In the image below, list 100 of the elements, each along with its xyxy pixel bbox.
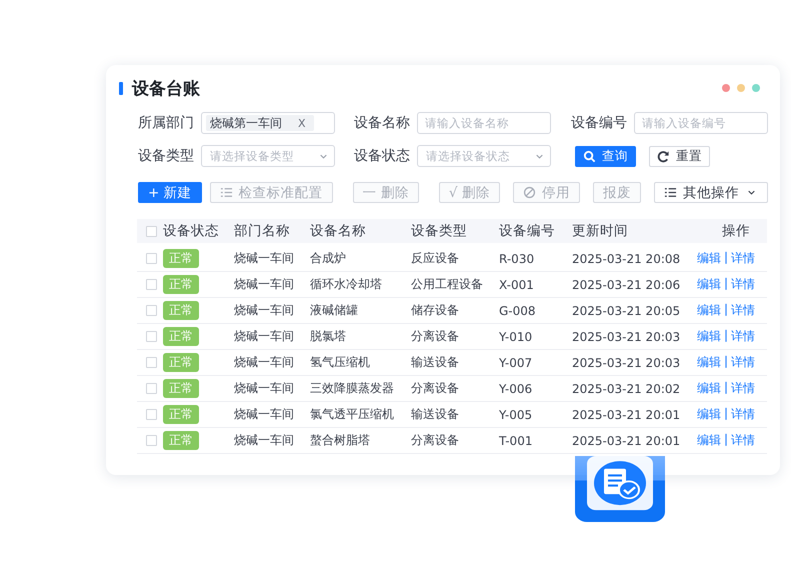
field-label: 所属部门 [138,114,195,132]
status-tag: 正常 [163,379,199,398]
table-cell-text: 烧碱一车间 [234,354,295,371]
table-cell-text: X-001 [499,278,535,292]
checkbox[interactable] [146,279,157,290]
column-header: 设备名称 [310,222,367,240]
tag-text: 烧碱第一车间 [210,114,282,132]
status-tag: 正常 [163,275,199,294]
table-cell-text: 合成炉 [310,250,347,267]
table-cell-text: 分离设备 [411,432,460,449]
link-separator: | [724,302,728,318]
department-field[interactable]: 烧碱第一车间 X [201,112,335,134]
table-cell-text: 烧碱一车间 [234,250,295,267]
toolbar-button[interactable]: 其他操作 [654,182,768,203]
ban-icon [522,186,536,199]
edit-link[interactable]: 编辑 [697,276,721,293]
table-cell-text: Y-006 [499,382,534,396]
page-title: 设备台账 [132,78,200,100]
status-tag: 正常 [163,327,199,346]
checkbox[interactable] [146,409,157,420]
link-separator: | [724,432,728,448]
table-cell-text: 分离设备 [411,328,460,345]
field-label: 设备编号 [571,114,628,132]
table-cell-text: 储存设备 [411,302,460,319]
reset-button[interactable]: 重置 [649,146,710,166]
remove-tag-button[interactable]: X [298,116,306,130]
table-cell-text: 公用工程设备 [411,276,484,293]
edit-link[interactable]: 编辑 [697,328,721,345]
link-separator: | [724,328,728,344]
column-header: 设备类型 [411,222,468,240]
field-label: 设备类型 [138,147,195,165]
detail-link[interactable]: 详情 [731,432,756,449]
table-cell-text: 输送设备 [411,354,460,371]
link-separator: | [724,276,728,292]
table-cell-text: 烧碱一车间 [234,302,295,319]
table-cell-text: Y-010 [499,330,534,344]
table-cell-text: 2025-03-21 20:06 [572,278,682,292]
checkbox[interactable] [146,383,157,394]
edit-link[interactable]: 编辑 [697,406,721,423]
detail-link[interactable]: 详情 [731,354,756,371]
table-cell-text: 烧碱一车间 [234,276,295,293]
table-cell-text: 脱氯塔 [310,328,347,345]
toolbar-button[interactable]: + 新建 [138,182,202,203]
checkbox[interactable] [146,435,157,446]
column-header: 操作 [721,222,751,240]
table-cell-text: 氢气压缩机 [310,354,371,371]
table-cell-text: G-008 [499,304,537,318]
table-cell-text: 螯合树脂塔 [310,432,371,449]
detail-link[interactable]: 详情 [731,302,756,319]
checkbox[interactable] [146,253,157,264]
link-separator: | [724,250,728,266]
text-field[interactable]: 请输入设备名称 [417,112,551,134]
status-tag: 正常 [163,431,199,450]
text-field[interactable]: 请输入设备编号 [634,112,768,134]
search-icon [583,150,596,162]
link-separator: | [724,406,728,422]
field-label: 设备状态 [354,147,411,165]
table-cell-text: Y-005 [499,408,534,422]
table-cell-text: 分离设备 [411,380,460,397]
edit-link[interactable]: 编辑 [697,250,721,267]
column-header: 部门名称 [234,222,291,240]
table-cell-text: 三效降膜蒸发器 [310,380,395,397]
checkbox[interactable] [146,331,157,342]
table-cell-text: R-030 [499,252,536,266]
status-tag: 正常 [163,405,199,424]
detail-link[interactable]: 详情 [731,380,756,397]
detail-link[interactable]: 详情 [731,276,756,293]
list-icon [664,186,677,199]
table-cell-text: 氯气透平压缩机 [310,406,395,423]
title-accent-bar [119,82,123,94]
list-icon [220,186,233,199]
edit-link[interactable]: 编辑 [697,354,721,371]
table-cell-text: 2025-03-21 20:08 [572,252,682,266]
table-cell-text: Y-007 [499,356,534,370]
edit-link[interactable]: 编辑 [697,432,721,449]
detail-link[interactable]: 详情 [731,250,756,267]
detail-link[interactable]: 详情 [731,406,756,423]
table-cell-text: 烧碱一车间 [234,432,295,449]
refresh-icon [657,150,670,162]
table-cell-text: 2025-03-21 20:02 [572,382,682,396]
checkbox[interactable] [146,226,157,236]
table-cell-text: 2025-03-21 20:01 [572,434,682,448]
column-header: 更新时间 [572,222,629,240]
link-separator: | [724,354,728,370]
detail-link[interactable]: 详情 [731,328,756,345]
edit-link[interactable]: 编辑 [697,302,721,319]
status-tag: 正常 [163,249,199,268]
status-tag: 正常 [163,301,199,320]
table-cell-text: 2025-03-21 20:03 [572,330,682,344]
search-button[interactable]: 查询 [575,146,636,166]
column-header: 设备编号 [499,222,556,240]
edit-link[interactable]: 编辑 [697,380,721,397]
table-cell-text: 输送设备 [411,406,460,423]
table-cell-text: T-001 [499,434,534,448]
checkbox[interactable] [146,305,157,316]
table-cell-text: 烧碱一车间 [234,406,295,423]
table-cell-text: 反应设备 [411,250,460,267]
table-cell-text: 烧碱一车间 [234,380,295,397]
checkbox[interactable] [146,357,157,368]
table-cell-text: 2025-03-21 20:05 [572,304,682,318]
